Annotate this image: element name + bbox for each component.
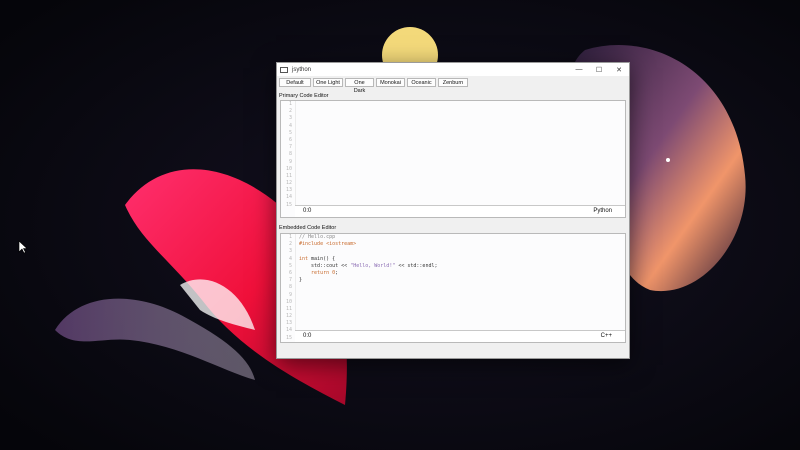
cursor-position: 0:0 [303,333,312,339]
line-number: 4 [288,255,292,262]
line-number: 7 [288,277,292,284]
line-number: 11 [285,305,292,312]
code-include: #include <iostream> [299,241,357,248]
code-line: int main() { [299,256,623,263]
line-number: 6 [288,136,292,143]
line-number-gutter: 1 2 3 4 5 6 7 8 9 10 11 12 13 14 15 [281,101,296,208]
primary-editor-label: Primary Code Editor [279,93,329,99]
line-number: 6 [288,269,292,276]
line-number: 13 [285,320,292,327]
line-number: 2 [288,108,292,115]
window-title: jsython [292,66,312,73]
theme-button-zenburn[interactable]: Zenburn [438,78,468,87]
line-number: 3 [288,115,292,122]
primary-status-bar: 0:0 Python [295,205,625,217]
line-number: 5 [288,129,292,136]
code-text-area[interactable]: // Hello.cpp #include <iostream> int mai… [299,234,623,330]
maximize-icon[interactable]: ☐ [589,63,609,76]
line-number: 15 [285,201,292,208]
theme-button-monokai[interactable]: Monokai [376,78,405,87]
mouse-cursor-icon [18,240,28,254]
title-bar[interactable]: jsython — ☐ ✕ [277,63,629,76]
code-line: // Hello.cpp [299,234,623,241]
line-number: 9 [288,291,292,298]
theme-toolbar: Default One Light One Dark Monokai Ocean… [277,77,629,94]
line-number: 10 [285,165,292,172]
line-number: 4 [288,122,292,129]
primary-code-editor[interactable]: 1 2 3 4 5 6 7 8 9 10 11 12 13 14 15 0:0 … [280,100,626,218]
window-controls: — ☐ ✕ [569,63,629,76]
code-text: ; [335,269,339,276]
code-line: } [299,277,623,284]
code-keyword: return [299,269,330,276]
theme-button-one-dark[interactable]: One Dark [345,78,374,94]
line-number: 5 [288,262,292,269]
cursor-position: 0:0 [303,208,312,214]
language-indicator[interactable]: Python [593,208,612,214]
line-number: 15 [285,334,292,341]
code-comment: // Hello.cpp [299,234,336,240]
line-number: 8 [288,284,292,291]
embedded-status-bar: 0:0 C++ [295,330,625,342]
code-string: "Hello, World!" [350,262,396,269]
close-icon[interactable]: ✕ [609,63,629,76]
code-line: #include <iostream> [299,241,623,248]
theme-button-default[interactable]: Default [279,78,311,87]
line-number: 14 [285,194,292,201]
line-number: 7 [288,144,292,151]
line-number: 8 [288,151,292,158]
code-line: std::cout << "Hello, World!" << std::end… [299,263,623,270]
line-number: 12 [285,180,292,187]
line-number: 12 [285,313,292,320]
minimize-icon[interactable]: — [569,63,589,76]
code-text: } [299,277,303,284]
theme-button-one-light[interactable]: One Light [313,78,343,87]
language-indicator[interactable]: C++ [601,333,612,339]
line-number: 13 [285,187,292,194]
embedded-editor-label: Embedded Code Editor [279,225,337,231]
line-number-gutter: 1 2 3 4 5 6 7 8 9 10 11 12 13 14 15 [281,234,296,341]
code-keyword: int [299,255,309,262]
line-number: 14 [285,327,292,334]
line-number: 1 [288,101,292,107]
embedded-code-editor[interactable]: 1 2 3 4 5 6 7 8 9 10 11 12 13 14 15 // H… [280,233,626,343]
line-number: 2 [288,241,292,248]
line-number: 3 [288,248,292,255]
app-window[interactable]: jsython — ☐ ✕ Default One Light One Dark… [276,62,630,359]
line-number: 10 [285,298,292,305]
code-text-area[interactable] [299,101,623,205]
code-text: << std::endl; [395,262,438,269]
line-number: 1 [288,234,292,240]
app-icon [280,66,288,73]
code-line: return 0; [299,270,623,277]
theme-button-oceanic[interactable]: Oceanic [407,78,436,87]
code-text: std::cout << [299,262,351,269]
line-number: 9 [288,158,292,165]
line-number: 11 [285,172,292,179]
code-text: main() { [308,255,336,262]
